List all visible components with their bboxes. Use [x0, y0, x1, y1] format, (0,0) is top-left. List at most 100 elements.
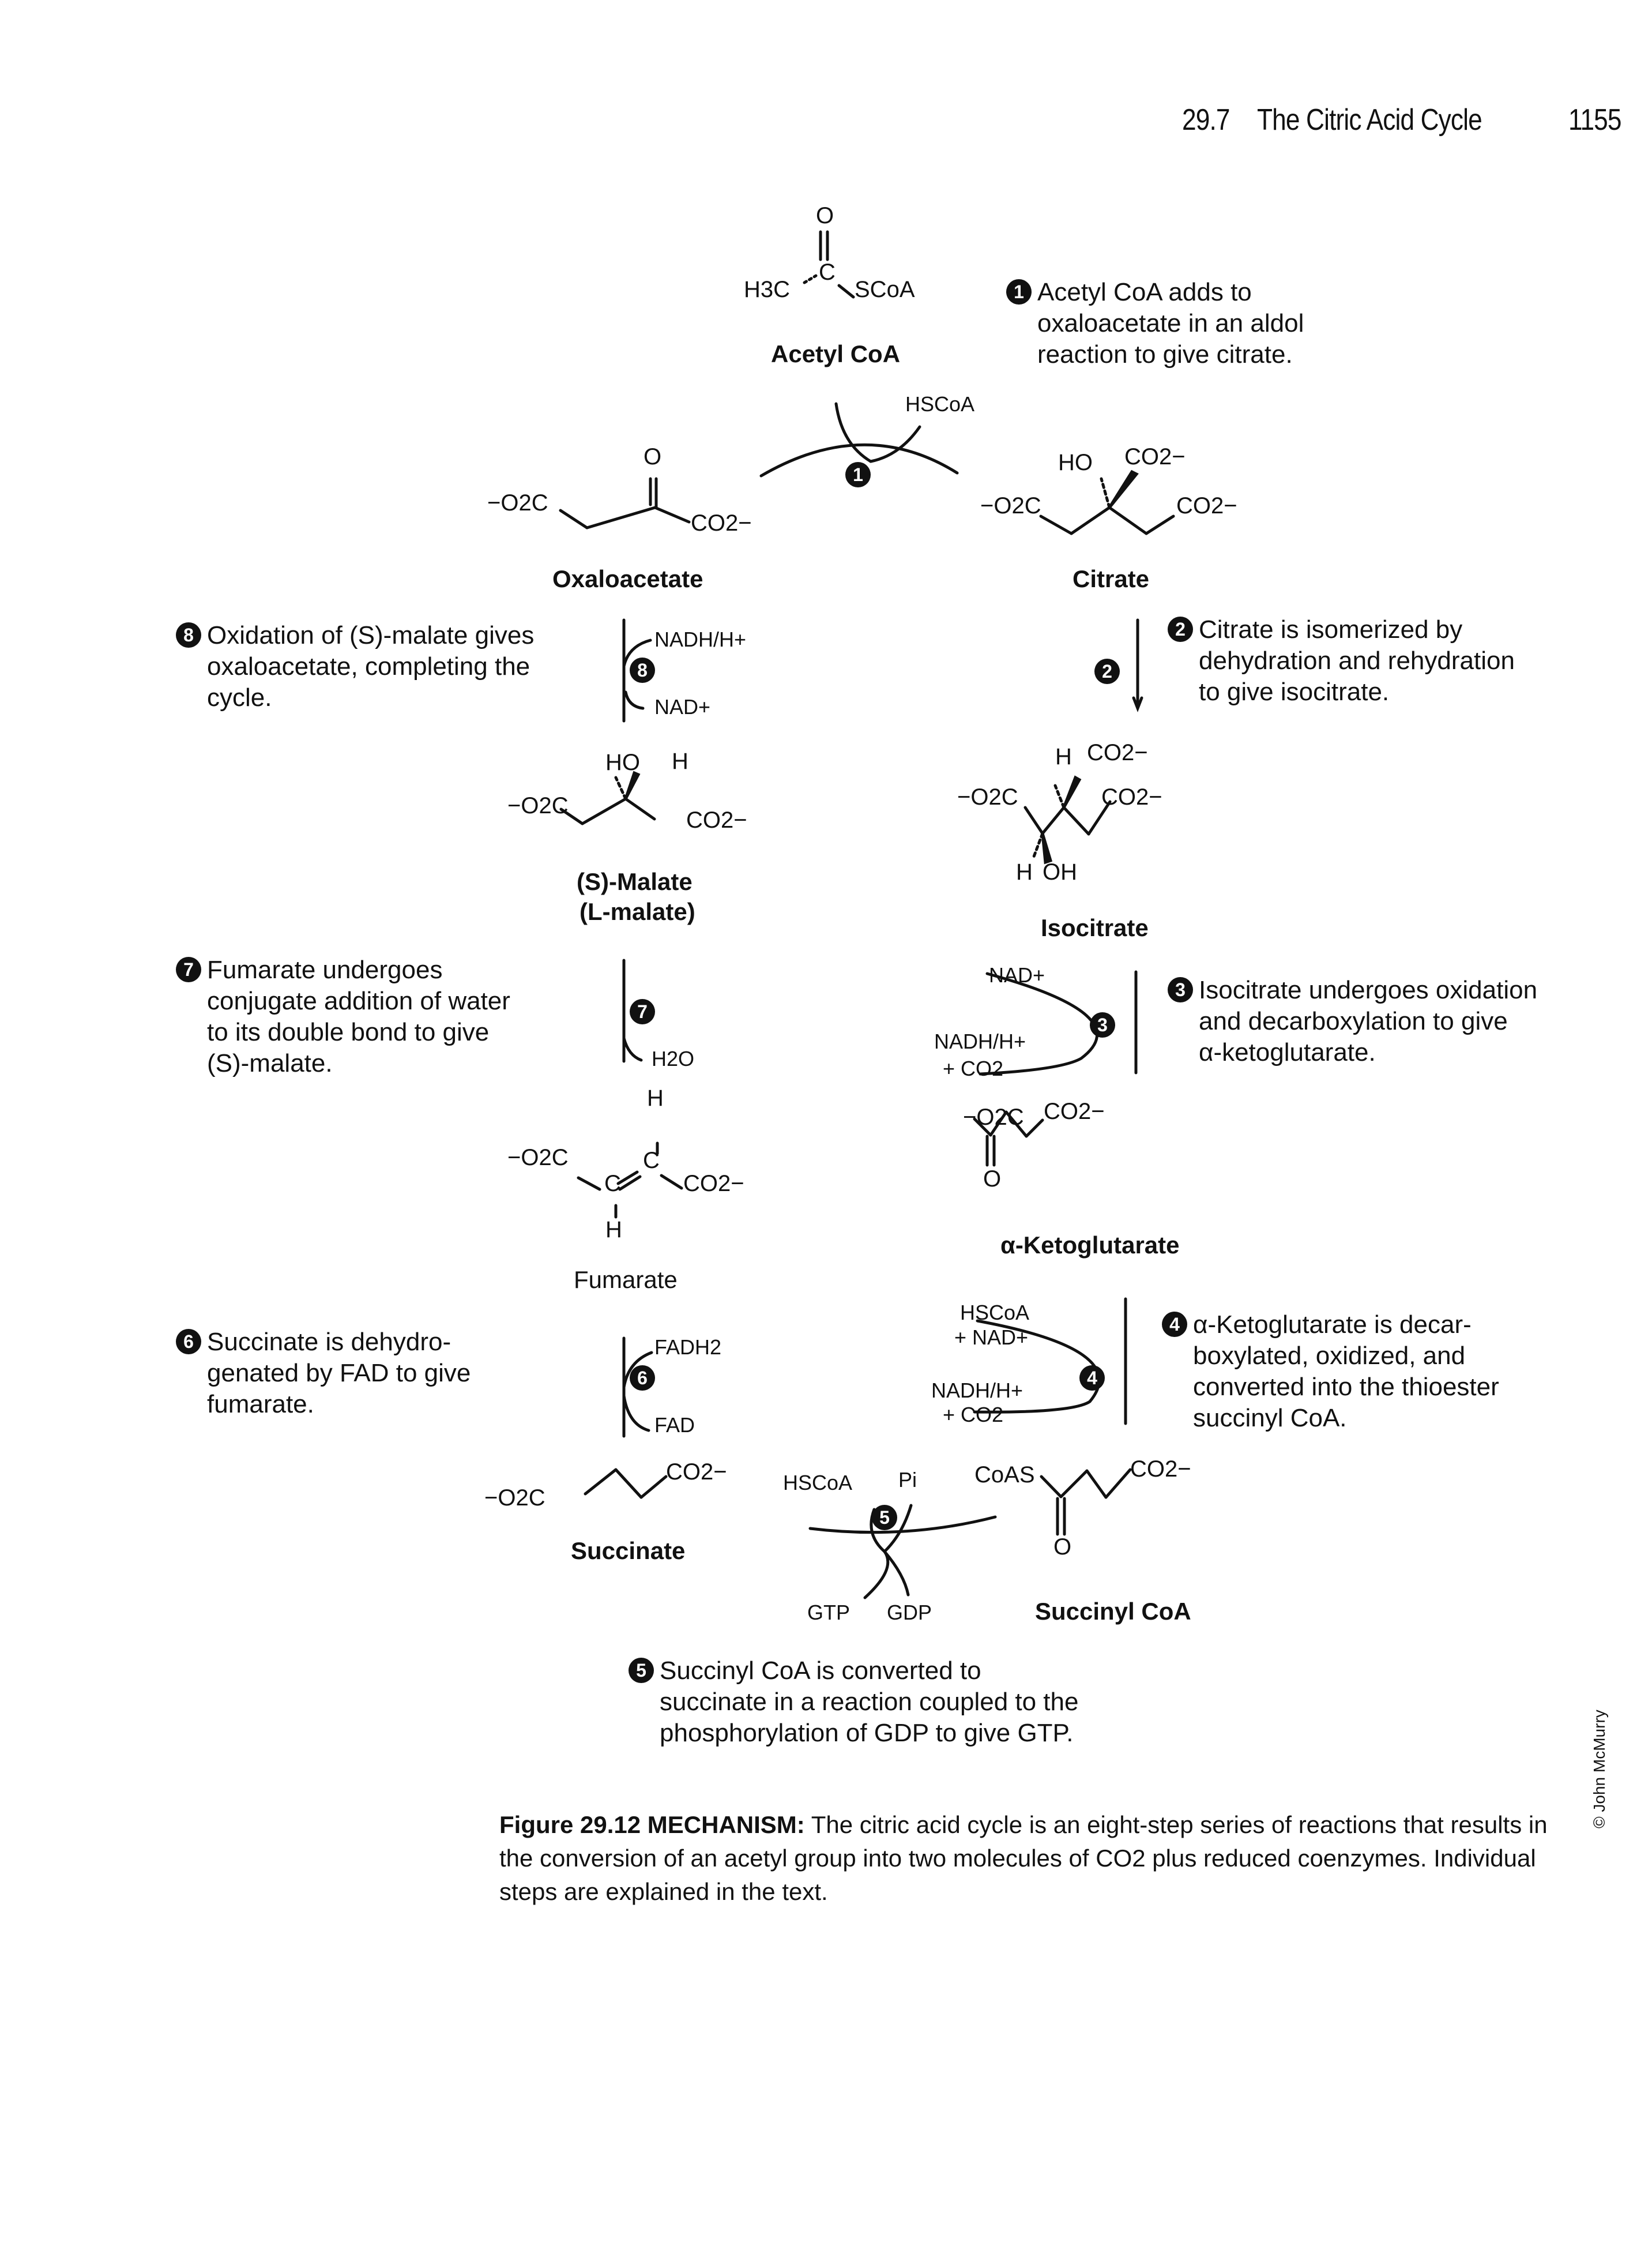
acetyl-in-arrow	[834, 402, 872, 463]
ketoglutarate-right: CO2−	[1044, 1099, 1105, 1124]
acetyl-coa-scoa: SCoA	[855, 277, 915, 302]
step3-nadh: NADH/H+	[934, 1030, 1026, 1053]
step8-nad: NAD+	[654, 695, 711, 719]
step3-nad: NAD+	[989, 963, 1045, 987]
citrate-top-co2: CO2−	[1124, 444, 1186, 470]
bond	[614, 776, 627, 801]
citrate-left: −O2C	[980, 493, 1041, 519]
succinate-right: CO2−	[666, 1459, 727, 1485]
bond	[1032, 832, 1044, 858]
wedge-bond	[1041, 833, 1053, 865]
step2-description: 2 Citrate is isomerized by dehydration an…	[1168, 614, 1515, 708]
oxaloacetate-oxygen: O	[644, 444, 662, 470]
step4-description: 4 α-Ketoglutarate is decar- boxylated, ox…	[1162, 1309, 1499, 1434]
hscoa-out-arrow	[869, 425, 921, 463]
step4-hscoa: HSCoA	[960, 1301, 1030, 1324]
citrate-label: Citrate	[1073, 565, 1150, 592]
malate-h: H	[672, 749, 688, 774]
bond	[616, 1170, 639, 1185]
ketoglutarate-left: −O2C	[963, 1105, 1024, 1130]
succinate-label: Succinate	[571, 1537, 686, 1564]
bond	[1145, 514, 1175, 535]
bond	[559, 509, 589, 529]
bond	[803, 274, 818, 284]
figure-label: Figure 29.12	[499, 1811, 641, 1838]
bond	[1085, 1469, 1108, 1499]
bond	[581, 797, 627, 825]
citrate-right: CO2−	[1176, 493, 1237, 519]
isocitrate-right: CO2−	[1101, 784, 1162, 810]
bond	[614, 1468, 643, 1499]
step3-description: 3 Isocitrate undergoes oxidation and deca…	[1168, 975, 1537, 1068]
bond	[639, 1475, 668, 1499]
step5-hscoa: HSCoA	[783, 1471, 853, 1494]
acetyl-coa-carbon: C	[819, 260, 836, 285]
step4-nad: + NAD+	[954, 1325, 1029, 1349]
oxaloacetate-left: −O2C	[487, 490, 548, 516]
fumarate-label: Fumarate	[574, 1266, 678, 1293]
fumarate-h-top: H	[647, 1086, 664, 1111]
step-badge-2: 2	[1094, 659, 1120, 684]
step-badge-1: 1	[845, 462, 871, 487]
fumarate-carbon-bottom: C	[604, 1171, 621, 1196]
bond	[1023, 806, 1044, 835]
isocitrate-h-bottom: H	[1016, 859, 1033, 885]
step4-nadh: NADH/H+	[931, 1379, 1023, 1402]
bond	[1025, 1118, 1044, 1138]
bond	[653, 506, 691, 524]
running-title: The Citric Acid Cycle	[1257, 103, 1482, 137]
bond	[624, 797, 656, 821]
malate-ho: HO	[605, 750, 640, 775]
isocitrate-h-top: H	[1055, 744, 1072, 769]
succinyl-coa-right: CO2−	[1130, 1456, 1191, 1482]
fumarate-h-bottom: H	[605, 1217, 622, 1242]
isocitrate-top-co2: CO2−	[1087, 740, 1148, 765]
malate-left: −O2C	[507, 793, 569, 818]
step8-nadh: NADH/H+	[654, 628, 747, 651]
step-badge-7: 7	[630, 999, 655, 1024]
step6-fad: FAD	[654, 1413, 695, 1437]
step7-description: 7 Fumarate undergoes conjugate addition o…	[176, 955, 510, 1079]
fumarate-carbon-top: C	[643, 1148, 660, 1173]
bond	[1062, 806, 1090, 836]
step-badge-4: 4	[1079, 1365, 1105, 1391]
bond	[837, 284, 855, 299]
bond	[1053, 784, 1066, 809]
ketoglutarate-oxygen: O	[983, 1166, 1002, 1192]
step1-description: 1 Acetyl CoA adds to oxaloacetate in an a…	[1006, 277, 1304, 370]
section-number: 29.7	[1182, 103, 1230, 137]
bond	[1070, 506, 1111, 535]
oxaloacetate-right: CO2−	[691, 510, 752, 536]
step7-water: H2O	[652, 1047, 695, 1071]
acetyl-coa-h3c: H3C	[744, 277, 791, 302]
step5-description: 5 Succinyl CoA is converted to succinate …	[629, 1655, 1078, 1749]
step-badge-3: 3	[1090, 1012, 1115, 1038]
wedge-bond	[624, 771, 641, 800]
step4-co2: + CO2	[943, 1403, 1004, 1426]
ketoglutarate-label: α-Ketoglutarate	[1000, 1231, 1180, 1259]
page-number: 1155	[1568, 103, 1622, 137]
bond	[1100, 477, 1111, 509]
malate-right: CO2−	[686, 807, 747, 833]
succinyl-coa-oxygen: O	[1053, 1534, 1072, 1560]
step5-pi: Pi	[898, 1468, 917, 1492]
step6-description: 6 Succinate is dehydro- genated by FAD to…	[176, 1327, 471, 1420]
succinate-left: −O2C	[484, 1485, 545, 1511]
wedge-bond	[1062, 775, 1082, 809]
figure-caption: Figure 29.12 MECHANISM: The citric acid …	[499, 1808, 1578, 1909]
bond	[584, 1468, 618, 1496]
bond	[1040, 1475, 1063, 1498]
step3-co2: + CO2	[943, 1057, 1004, 1080]
step-badge-5: 5	[872, 1505, 897, 1530]
bond	[1059, 1469, 1089, 1498]
acetyl-coa-oxygen: O	[816, 203, 834, 228]
figure-keyword: MECHANISM:	[647, 1811, 805, 1838]
bond	[585, 506, 657, 529]
bond	[577, 1176, 601, 1191]
bond	[1108, 506, 1148, 535]
step5-gdp: GDP	[887, 1601, 932, 1624]
step5-gtp: GTP	[807, 1601, 851, 1624]
acetyl-coa-label: Acetyl CoA	[771, 340, 901, 367]
oxaloacetate-label: Oxaloacetate	[552, 565, 703, 592]
isocitrate-left: −O2C	[957, 784, 1018, 810]
